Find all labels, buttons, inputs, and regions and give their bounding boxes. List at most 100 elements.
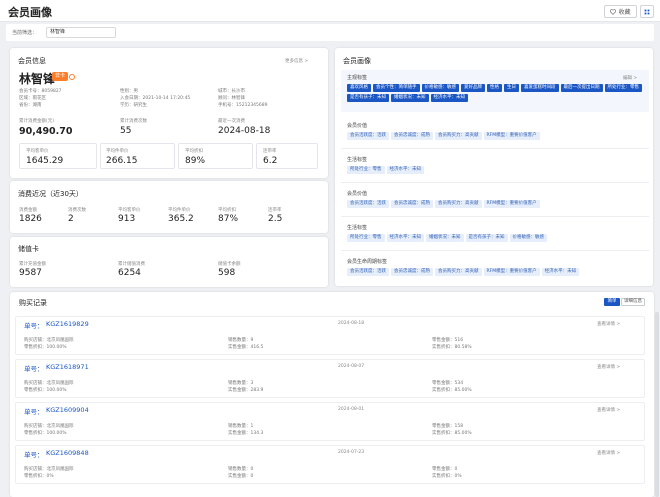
section-tags: 所处行业：零售 经济水平：未知	[347, 166, 647, 176]
grid-button[interactable]	[640, 5, 654, 18]
member-filter-input[interactable]: 林智锋	[46, 27, 116, 38]
order-amount: 实售金额：134.3	[228, 431, 264, 436]
main-tag[interactable]: 最后一次提出日期	[560, 84, 603, 92]
stat-box-value: 1645.29	[26, 156, 64, 166]
section-title: 会员生命周期标签	[347, 259, 388, 265]
order-detail-link[interactable]: 查看详情 >	[597, 321, 620, 327]
section-tags: 会员活跃度：活跃 会员忠诚度：成熟 会员购买力：高贡献 RFM模型：重要价值客户	[347, 132, 647, 142]
order-retail: 零售金额：0	[432, 467, 458, 472]
main-tag[interactable]: 是否有孩子：未知	[347, 94, 389, 102]
section-tag[interactable]: 所处行业：零售	[347, 166, 385, 174]
order-retail: 零售金额：158	[432, 424, 464, 429]
order-amount: 实售金额：283.9	[228, 388, 264, 393]
order-row[interactable]: 单号： KGZ1609848 2024-07-23 查看详情 > 购买店铺：北京…	[15, 445, 645, 484]
main-tag[interactable]: 价格敏感：敏感	[421, 84, 459, 92]
filter-bar: 当前筛选： 林智锋	[6, 24, 654, 41]
collect-label: 收藏	[618, 9, 631, 16]
edit-tags-link[interactable]: 编辑 >	[623, 75, 637, 81]
stat-box-attach-rate: 连带率 6.2	[256, 143, 318, 169]
order-number[interactable]: KGZ1609904	[46, 406, 89, 414]
section-divider	[341, 216, 649, 217]
order-row[interactable]: 单号： KGZ1618971 2024-08-07 查看详情 > 购买店铺：北京…	[15, 359, 645, 398]
purchase-title: 购买记录	[19, 299, 47, 307]
section-tag[interactable]: 会员购买力：高贡献	[435, 200, 482, 208]
purchase-scrollbar[interactable]	[655, 312, 659, 497]
main-tag[interactable]: 爱好品牌	[461, 84, 485, 92]
main-tag[interactable]: 喜爱蛋糕时间段	[521, 84, 559, 92]
main-tag[interactable]: 喜欢风格	[347, 84, 371, 92]
stored-value: 9587	[19, 268, 42, 278]
tab-simple[interactable]: 简单	[604, 298, 620, 306]
order-amount: 实售金额：416.5	[228, 345, 264, 350]
order-qty: 销售数量：9	[228, 338, 254, 343]
stat-box-value: 6.2	[263, 156, 278, 166]
section-tag[interactable]: RFM模型：重要价值客户	[483, 132, 540, 140]
last-purchase-label: 最近一次消费	[218, 119, 245, 124]
member-province: 省份：湖南	[19, 103, 42, 108]
collect-button[interactable]: 收藏	[604, 5, 637, 18]
main-tag[interactable]: 会员个性：简单随手	[373, 84, 420, 92]
section-tag[interactable]: 会员购买力：高贡献	[435, 132, 482, 140]
section-tag[interactable]: 会员忠诚度：成熟	[391, 132, 433, 140]
section-tag[interactable]: RFM模型：重要价值客户	[483, 200, 540, 208]
order-number[interactable]: KGZ1618971	[46, 363, 89, 371]
order-detail-link[interactable]: 查看详情 >	[597, 407, 620, 413]
section-tag[interactable]: 会员活跃度：活跃	[347, 200, 389, 208]
member-advisor: 顾问：林智锋	[218, 96, 245, 101]
order-retail: 零售金额：534	[432, 381, 464, 386]
main-tag[interactable]: 所处行业：零售	[604, 84, 642, 92]
member-education: 学历：研究生	[120, 103, 147, 108]
order-detail-link[interactable]: 查看详情 >	[597, 364, 620, 370]
recent-value: 1826	[19, 214, 42, 224]
main-tags-title: 主观标签	[347, 75, 368, 81]
main-tags-list: 喜欢风格 会员个性：简单随手 价格敏感：敏感 爱好品牌 性格 生日 喜爱蛋糕时间…	[347, 84, 647, 104]
section-tag[interactable]: 经济水平：未知	[541, 268, 580, 276]
portrait-title: 会员画像	[343, 57, 371, 65]
status-dot-icon	[69, 74, 75, 80]
order-number[interactable]: KGZ1609848	[46, 449, 89, 457]
order-amount: 实售金额：0	[228, 474, 254, 479]
filter-label: 当前筛选：	[12, 30, 38, 36]
stat-box-label: 连带率	[263, 149, 277, 154]
member-name: 林智锋	[19, 72, 56, 86]
order-discount: 零售折扣：0%	[24, 474, 54, 479]
section-tag[interactable]: 是否有孩子：未知	[465, 234, 508, 242]
main-tag[interactable]: 经济水平：未知	[430, 94, 468, 102]
main-tag[interactable]: 性格	[487, 84, 502, 92]
section-tags: 会员活跃度：活跃 会员忠诚度：成熟 会员购买力：高贡献 RFM模型：重要价值客户…	[347, 268, 647, 278]
order-store: 购买店铺：北京凤凰国际	[24, 338, 74, 343]
section-tag[interactable]: RFM模型：重要价值客户	[483, 268, 540, 276]
stat-box-avg-discount: 平均折扣 89%	[178, 143, 253, 169]
section-tag[interactable]: 会员活跃度：活跃	[347, 268, 389, 276]
main-tag[interactable]: 婚姻状况：未知	[391, 94, 429, 102]
section-tags: 所处行业：零售 经济水平：未知 婚姻状况：未知 是否有孩子：未知 价格敏感：敏感	[347, 234, 647, 244]
stored-value-card: 储值卡	[10, 237, 328, 287]
section-tag[interactable]: 经济水平：未知	[386, 166, 424, 174]
section-tag[interactable]: 会员忠诚度：成熟	[391, 200, 433, 208]
stored-title: 储值卡	[18, 245, 39, 253]
recent-value: 365.2	[168, 214, 194, 224]
order-number[interactable]: KGZ1619829	[46, 320, 89, 328]
tab-detailed[interactable]: 详细信息	[621, 298, 645, 306]
stat-box-avg-item: 平均件单价 266.15	[100, 143, 175, 169]
more-info-link[interactable]: 更多信息 >	[285, 58, 308, 64]
member-info-title: 会员信息	[18, 57, 46, 65]
section-tag[interactable]: 所处行业：零售	[347, 234, 385, 242]
main-tag[interactable]: 生日	[504, 84, 519, 92]
section-tag[interactable]: 经济水平：未知	[386, 234, 424, 242]
order-discount: 零售折扣：100.00%	[24, 431, 67, 436]
order-row[interactable]: 单号： KGZ1619829 2024-08-18 查看详情 > 购买店铺：北京…	[15, 316, 645, 355]
section-tag[interactable]: 会员忠诚度：成熟	[391, 268, 433, 276]
section-tag[interactable]: 会员活跃度：活跃	[347, 132, 389, 140]
total-visits-value: 55	[120, 126, 132, 136]
section-tag[interactable]: 婚姻状况：未知	[426, 234, 464, 242]
section-title: 会员价值	[347, 191, 368, 197]
order-detail-link[interactable]: 查看详情 >	[597, 450, 620, 456]
order-row[interactable]: 单号： KGZ1609904 2024-08-01 查看详情 > 购买店铺：北京…	[15, 402, 645, 441]
member-join-date: 入会日期：2021-10-14 17:20:45	[120, 96, 191, 101]
section-tag[interactable]: 价格敏感：敏感	[509, 234, 547, 242]
order-number-label: 单号：	[24, 451, 44, 459]
section-divider	[341, 182, 649, 183]
section-tag[interactable]: 会员购买力：高贡献	[435, 268, 482, 276]
member-gender: 性别：男	[120, 89, 138, 94]
